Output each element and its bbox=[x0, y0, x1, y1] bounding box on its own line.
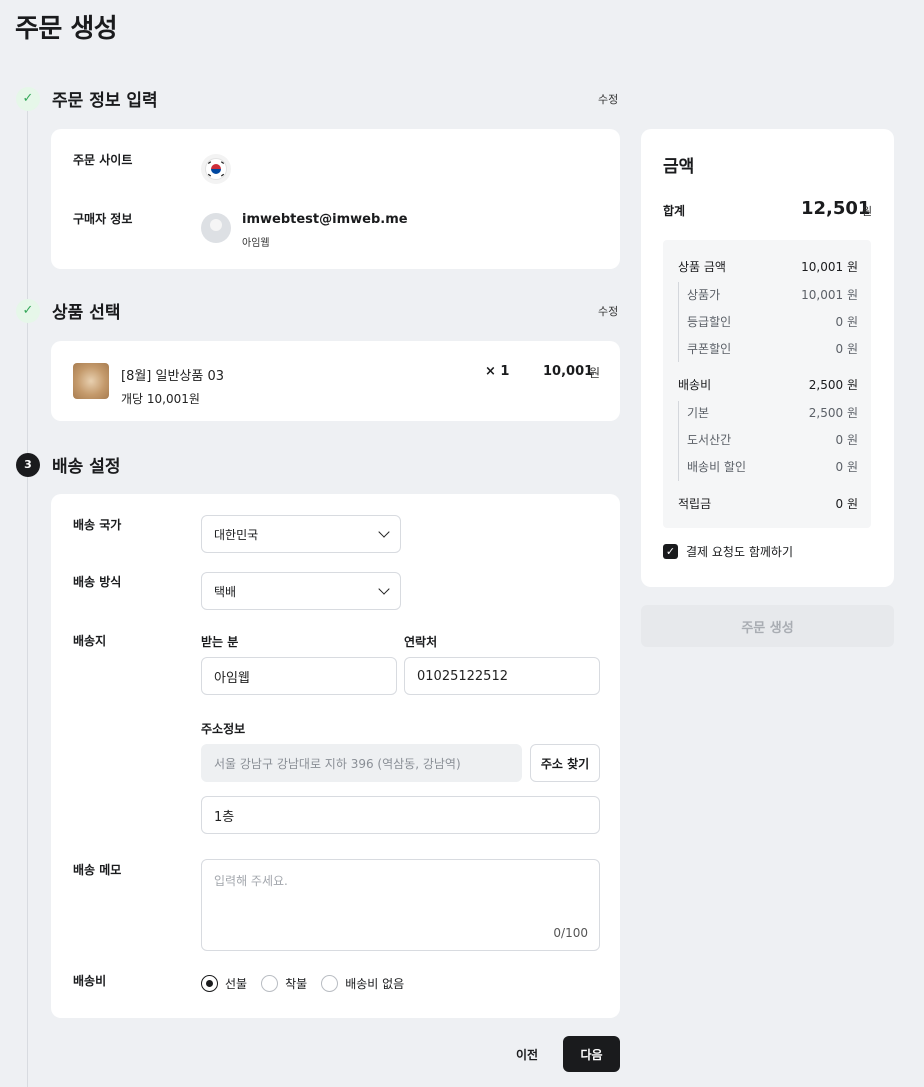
fee-radio-prepaid[interactable]: 선불 bbox=[201, 975, 247, 992]
country-select[interactable]: 대한민국 bbox=[201, 515, 401, 553]
step-order-info: ✓ 주문 정보 입력 bbox=[16, 86, 158, 111]
fee-radio-cod[interactable]: 착불 bbox=[261, 975, 307, 992]
row-product-amount: 상품 금액 10,001 원 bbox=[678, 260, 858, 274]
method-label: 배송 방식 bbox=[73, 575, 122, 589]
product-name: [8월] 일반상품 03 bbox=[121, 369, 225, 384]
total-value: 12,501 bbox=[801, 198, 871, 219]
memo-label: 배송 메모 bbox=[73, 863, 122, 877]
method-value: 택배 bbox=[214, 584, 237, 599]
step-shipping: 3 배송 설정 bbox=[16, 452, 120, 477]
checkbox-checked-icon: ✓ bbox=[663, 544, 678, 559]
prev-button[interactable]: 이전 bbox=[506, 1037, 548, 1071]
breakdown-divider bbox=[678, 282, 679, 362]
row-island-fee: 도서산간 0 원 bbox=[687, 433, 858, 447]
step-timeline bbox=[27, 110, 28, 1087]
step-title: 주문 정보 입력 bbox=[52, 91, 158, 111]
step-title: 상품 선택 bbox=[52, 303, 121, 323]
edit-order-info-link[interactable]: 수정 bbox=[598, 91, 618, 107]
memo-count: 0/100 bbox=[553, 926, 588, 940]
fee-label: 배송비 bbox=[73, 974, 107, 988]
flag-korea-icon bbox=[201, 154, 231, 184]
phone-input[interactable]: 01025122512 bbox=[404, 657, 600, 695]
edit-product-link[interactable]: 수정 bbox=[598, 303, 618, 319]
product-quantity: × 1 bbox=[485, 364, 510, 379]
radio-label: 선불 bbox=[225, 977, 248, 991]
radio-label: 착불 bbox=[285, 977, 308, 991]
radio-checked-icon bbox=[201, 975, 218, 992]
row-product-price: 상품가 10,001 원 bbox=[687, 288, 858, 302]
address-detail-input[interactable]: 1층 bbox=[201, 796, 600, 834]
breakdown-divider bbox=[678, 401, 679, 481]
country-value: 대한민국 bbox=[214, 527, 259, 542]
row-grade-discount: 등급할인 0 원 bbox=[687, 315, 858, 329]
row-base-fee: 기본 2,500 원 bbox=[687, 406, 858, 420]
page-title: 주문 생성 bbox=[15, 14, 118, 44]
radio-icon bbox=[321, 975, 339, 992]
memo-textarea[interactable]: 입력해 주세요. 0/100 bbox=[201, 859, 600, 951]
country-label: 배송 국가 bbox=[73, 518, 122, 532]
order-info-card bbox=[51, 129, 620, 269]
address-input: 서울 강남구 강남대로 지하 396 (역삼동, 강남역) bbox=[201, 744, 522, 782]
buyer-name: 아임웹 bbox=[242, 238, 270, 249]
avatar bbox=[201, 213, 231, 243]
product-price: 10,001 bbox=[543, 364, 594, 379]
radio-label: 배송비 없음 bbox=[345, 977, 405, 991]
fee-radio-group: 선불 착불 배송비 없음 bbox=[201, 975, 418, 992]
buyer-email: imwebtest@imweb.me bbox=[242, 212, 408, 227]
row-shipping-discount: 배송비 할인 0 원 bbox=[687, 460, 858, 474]
step-number: 3 bbox=[16, 452, 40, 477]
step-title: 배송 설정 bbox=[52, 457, 121, 477]
memo-placeholder: 입력해 주세요. bbox=[214, 874, 288, 888]
product-thumbnail bbox=[73, 363, 109, 399]
buyer-label: 구매자 정보 bbox=[73, 212, 133, 226]
chevron-down-icon bbox=[378, 526, 390, 538]
fee-radio-none[interactable]: 배송비 없음 bbox=[321, 975, 404, 992]
payment-request-label: 결제 요청도 함께하기 bbox=[686, 545, 793, 559]
chevron-down-icon bbox=[378, 583, 390, 595]
total-currency: 원 bbox=[862, 205, 873, 218]
create-order-button[interactable]: 주문 생성 bbox=[641, 605, 894, 647]
summary-title: 금액 bbox=[663, 157, 695, 177]
address-info-label: 주소정보 bbox=[201, 722, 246, 736]
recipient-input[interactable]: 아임웹 bbox=[201, 657, 397, 695]
next-button[interactable]: 다음 bbox=[563, 1036, 620, 1072]
address-search-button[interactable]: 주소 찾기 bbox=[530, 744, 600, 782]
check-icon: ✓ bbox=[16, 298, 40, 323]
row-shipping-fee: 배송비 2,500 원 bbox=[678, 378, 858, 392]
phone-label: 연락처 bbox=[404, 635, 438, 649]
row-points: 적립금 0 원 bbox=[678, 497, 858, 511]
payment-request-checkbox[interactable]: ✓ 결제 요청도 함께하기 bbox=[663, 543, 793, 560]
radio-icon bbox=[261, 975, 279, 992]
site-label: 주문 사이트 bbox=[73, 153, 133, 167]
total-label: 합계 bbox=[663, 204, 686, 218]
address-label: 배송지 bbox=[73, 634, 107, 648]
product-currency: 원 bbox=[589, 366, 601, 380]
product-unit-price: 개당 10,001원 bbox=[121, 392, 200, 406]
step-product: ✓ 상품 선택 bbox=[16, 298, 120, 323]
check-icon: ✓ bbox=[16, 86, 40, 111]
method-select[interactable]: 택배 bbox=[201, 572, 401, 610]
row-coupon-discount: 쿠폰할인 0 원 bbox=[687, 342, 858, 356]
recipient-label: 받는 분 bbox=[201, 635, 239, 649]
